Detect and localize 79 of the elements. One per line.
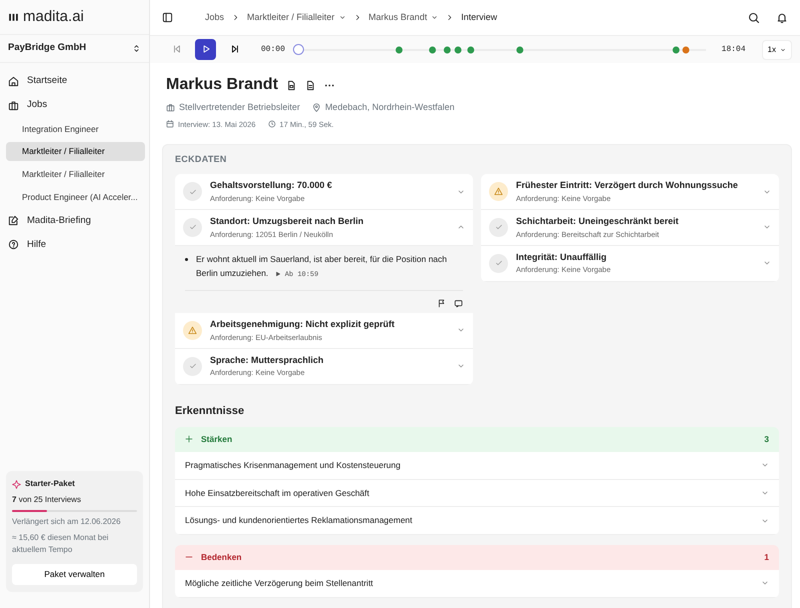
insight-text: Lösungs- und kundenorientiertes Reklamationsmanagement (185, 514, 414, 528)
document-icon[interactable] (305, 80, 316, 90)
insight-text: Mögliche zeitliche Verzögerung beim Stellenantritt (185, 576, 374, 590)
criterion-title: Frühester Eintritt: Verzögert durch Wohnungssuche (516, 179, 739, 192)
comment-icon[interactable] (454, 299, 463, 308)
insights-heading: Erkenntnisse (175, 404, 246, 419)
breadcrumb-link[interactable]: Marktleiter / Filialleiter (247, 10, 346, 24)
group-label: Stärken (201, 433, 234, 446)
edit-icon (8, 215, 19, 226)
timeline-track[interactable] (293, 42, 706, 56)
insight-text: Hohe Einsatzbereitschaft im operativen Geschäft (185, 486, 370, 500)
speed-selector[interactable]: 1x (762, 40, 792, 60)
plus-icon (185, 435, 193, 444)
group-count: 3 (764, 433, 769, 446)
end-time: 18:04 (722, 44, 746, 56)
play-icon (274, 271, 281, 278)
candidate-name: Markus Brandt (166, 75, 278, 95)
skip-back-icon (172, 44, 182, 54)
group-label: Bedenken (201, 551, 243, 564)
nav-subitem[interactable]: Product Engineer (AI Acceler... (6, 188, 145, 206)
bell-icon[interactable] (776, 12, 788, 24)
nav-item[interactable]: Madita-Briefing (0, 210, 149, 231)
skip-forward-icon (230, 44, 240, 54)
playhead-handle[interactable] (293, 44, 304, 54)
nav-subitem[interactable]: Marktleiter / Filialleiter (6, 142, 145, 161)
chevron-updown-icon (132, 44, 141, 53)
criterion-title: Arbeitsgenehmigung: Nicht explizit geprüft (210, 318, 396, 332)
insight-row[interactable]: Lösungs- und kundenorientiertes Reklamationsmanagement (175, 507, 779, 536)
bullet-icon (185, 258, 188, 261)
clock-icon (268, 120, 276, 128)
insight-text: Pragmatisches Krisenmanagement und Kostensteuerung (185, 458, 402, 472)
calendar-icon (166, 120, 174, 128)
nav-subitem[interactable]: Integration Engineer (6, 120, 145, 138)
criterion-title: Schichtarbeit: Uneingeschränkt bereit (516, 215, 680, 228)
organization-selector[interactable]: PayBridge GmbH (0, 35, 149, 63)
section-heading: ECKDATEN (175, 152, 228, 166)
criterion-title: Standort: Umzugsbereit nach Berlin (210, 215, 365, 228)
sidebar-toggle-icon[interactable] (162, 12, 173, 23)
briefcase-icon (8, 100, 19, 111)
chevron-right-icon (232, 14, 240, 21)
criterion-title: Integrität: Unauffällig (516, 250, 608, 264)
help-icon (8, 239, 19, 250)
estimate-text: ≈ 15,60 € diesen Monat bei aktuellem Tempo (12, 532, 110, 556)
start-time: 00:00 (261, 44, 286, 56)
document-icon[interactable] (286, 80, 298, 90)
insight-group-header[interactable]: Bedenken 1 (175, 545, 779, 570)
location-text: Medebach, Nordrhein-Westfalen (325, 101, 454, 114)
breadcrumb-link[interactable]: Markus Brandt (368, 10, 438, 24)
breadcrumb-link[interactable]: Interview (461, 10, 498, 24)
chevron-right-icon (354, 14, 361, 21)
insight-row[interactable]: Mögliche zeitliche Verzögerung beim Stellenantritt (175, 570, 779, 598)
location-pin-icon (312, 103, 322, 112)
flag-icon[interactable] (437, 299, 446, 308)
usage-text: 7 von 25 Interviews (12, 494, 82, 506)
group-count: 1 (764, 551, 769, 564)
logo-text: madita.ai (23, 6, 84, 27)
briefcase-icon (166, 103, 175, 112)
home-icon (8, 76, 19, 87)
insight-group-header[interactable]: Stärken 3 (175, 427, 779, 452)
nav-item[interactable]: Jobs (0, 95, 149, 116)
caret-icon (780, 46, 786, 52)
insight-row[interactable]: Pragmatisches Krisenmanagement und Kostensteuerung (175, 452, 779, 480)
criterion-title: Gehaltsvorstellung: 70.000 € (210, 179, 334, 192)
play-icon (200, 44, 210, 54)
plan-name: Starter-Paket (25, 478, 75, 490)
insight-row[interactable]: Hohe Einsatzbereitschaft im operativen Geschäft (175, 480, 779, 508)
chevron-right-icon (446, 14, 454, 21)
breadcrumb-link[interactable]: Jobs (205, 10, 224, 24)
renewal-text: Verlängert sich am 12.06.2026 (12, 516, 122, 528)
play-button[interactable] (195, 39, 216, 60)
manage-plan-button[interactable]: Paket verwalten (12, 564, 137, 585)
nav-item[interactable]: Hilfe (0, 234, 149, 255)
search-icon[interactable] (748, 12, 760, 24)
criterion-title: Sprache: Muttersprachlich (210, 354, 325, 367)
position-text: Stellvertretender Betriebsleiter (179, 101, 300, 114)
nav-item[interactable]: Startseite (0, 71, 149, 92)
logo-icon (8, 12, 19, 22)
sparkle-icon (12, 480, 21, 489)
nav-subitem[interactable]: Marktleiter / Filialleiter (6, 165, 145, 184)
